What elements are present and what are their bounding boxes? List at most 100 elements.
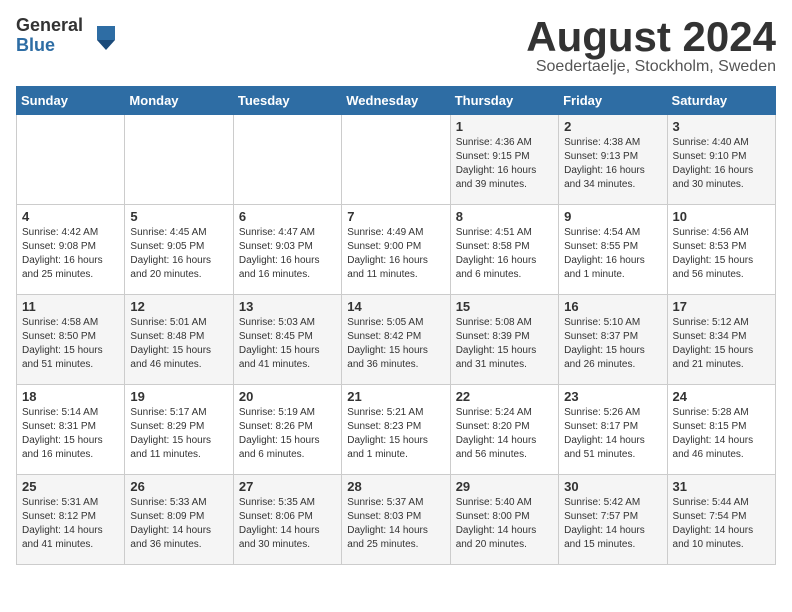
header-thursday: Thursday [450, 87, 558, 115]
logo: General Blue [16, 16, 115, 56]
calendar-cell: 19 Sunrise: 5:17 AM Sunset: 8:29 PM Dayli… [125, 385, 233, 475]
day-info: Sunrise: 5:28 AM Sunset: 8:15 PM Dayligh… [673, 406, 770, 462]
header-tuesday: Tuesday [233, 87, 341, 115]
logo-icon [87, 22, 115, 50]
calendar-cell: 5Sunrise: 4:45 AM Sunset: 9:05 PM Daylig… [125, 205, 233, 295]
day-info: Sunrise: 5:19 AM Sunset: 8:26 PM Dayligh… [239, 406, 336, 462]
logo-general-text: General [16, 16, 83, 36]
day-info: Sunrise: 4:51 AM Sunset: 8:58 PM Dayligh… [456, 226, 553, 282]
calendar-body: 1 Sunrise: 4:36 AM Sunset: 9:15 PM Daylig… [17, 115, 776, 565]
day-number: 29 [456, 479, 553, 494]
day-number: 25 [22, 479, 119, 494]
day-number: 7 [347, 209, 444, 224]
day-number: 31 [673, 479, 770, 494]
day-number: 6 [239, 209, 336, 224]
day-info: Sunrise: 5:40 AM Sunset: 8:00 PM Dayligh… [456, 496, 553, 552]
calendar-cell: 6 Sunrise: 4:47 AM Sunset: 9:03 PM Daylig… [233, 205, 341, 295]
day-number: 16 [564, 299, 661, 314]
header-sunday: Sunday [17, 87, 125, 115]
day-info: Sunrise: 5:37 AM Sunset: 8:03 PM Dayligh… [347, 496, 444, 552]
day-info: Sunrise: 4:54 AM Sunset: 8:55 PM Dayligh… [564, 226, 661, 282]
calendar-cell [17, 115, 125, 205]
calendar-cell [342, 115, 450, 205]
week-row-0: 1 Sunrise: 4:36 AM Sunset: 9:15 PM Daylig… [17, 115, 776, 205]
header-row: SundayMondayTuesdayWednesdayThursdayFrid… [17, 87, 776, 115]
calendar-cell: 26 Sunrise: 5:33 AM Sunset: 8:09 PM Dayli… [125, 475, 233, 565]
day-number: 21 [347, 389, 444, 404]
calendar-cell: 10 Sunrise: 4:56 AM Sunset: 8:53 PM Dayli… [667, 205, 775, 295]
calendar-cell: 9 Sunrise: 4:54 AM Sunset: 8:55 PM Daylig… [559, 205, 667, 295]
calendar-cell: 2Sunrise: 4:38 AM Sunset: 9:13 PM Daylig… [559, 115, 667, 205]
logo-blue-text: Blue [16, 36, 83, 56]
day-number: 3 [673, 119, 770, 134]
day-info: Sunrise: 4:56 AM Sunset: 8:53 PM Dayligh… [673, 226, 770, 282]
day-info: Sunrise: 5:26 AM Sunset: 8:17 PM Dayligh… [564, 406, 661, 462]
title-block: August 2024 Soedertaelje, Stockholm, Swe… [526, 16, 776, 76]
month-title: August 2024 [526, 16, 776, 58]
calendar-cell: 12 Sunrise: 5:01 AM Sunset: 8:48 PM Dayli… [125, 295, 233, 385]
day-number: 13 [239, 299, 336, 314]
day-number: 1 [456, 119, 553, 134]
day-info: Sunrise: 5:17 AM Sunset: 8:29 PM Dayligh… [130, 406, 227, 462]
calendar-cell: 25Sunrise: 5:31 AM Sunset: 8:12 PM Dayli… [17, 475, 125, 565]
calendar-cell: 15 Sunrise: 5:08 AM Sunset: 8:39 PM Dayli… [450, 295, 558, 385]
day-info: Sunrise: 4:49 AM Sunset: 9:00 PM Dayligh… [347, 226, 444, 282]
day-number: 2 [564, 119, 661, 134]
day-number: 12 [130, 299, 227, 314]
week-row-2: 11 Sunrise: 4:58 AM Sunset: 8:50 PM Dayli… [17, 295, 776, 385]
day-info: Sunrise: 5:08 AM Sunset: 8:39 PM Dayligh… [456, 316, 553, 372]
header-friday: Friday [559, 87, 667, 115]
calendar-cell: 22Sunrise: 5:24 AM Sunset: 8:20 PM Dayli… [450, 385, 558, 475]
day-number: 28 [347, 479, 444, 494]
calendar-cell: 1 Sunrise: 4:36 AM Sunset: 9:15 PM Daylig… [450, 115, 558, 205]
day-info: Sunrise: 5:05 AM Sunset: 8:42 PM Dayligh… [347, 316, 444, 372]
calendar-cell: 16 Sunrise: 5:10 AM Sunset: 8:37 PM Dayli… [559, 295, 667, 385]
day-info: Sunrise: 4:45 AM Sunset: 9:05 PM Dayligh… [130, 226, 227, 282]
week-row-1: 4Sunrise: 4:42 AM Sunset: 9:08 PM Daylig… [17, 205, 776, 295]
day-info: Sunrise: 5:14 AM Sunset: 8:31 PM Dayligh… [22, 406, 119, 462]
day-number: 10 [673, 209, 770, 224]
calendar-cell: 20 Sunrise: 5:19 AM Sunset: 8:26 PM Dayli… [233, 385, 341, 475]
header-wednesday: Wednesday [342, 87, 450, 115]
header-saturday: Saturday [667, 87, 775, 115]
calendar-cell: 14 Sunrise: 5:05 AM Sunset: 8:42 PM Dayli… [342, 295, 450, 385]
calendar-cell: 23Sunrise: 5:26 AM Sunset: 8:17 PM Dayli… [559, 385, 667, 475]
day-number: 4 [22, 209, 119, 224]
week-row-4: 25Sunrise: 5:31 AM Sunset: 8:12 PM Dayli… [17, 475, 776, 565]
day-number: 26 [130, 479, 227, 494]
day-info: Sunrise: 4:58 AM Sunset: 8:50 PM Dayligh… [22, 316, 119, 372]
day-number: 20 [239, 389, 336, 404]
day-info: Sunrise: 5:01 AM Sunset: 8:48 PM Dayligh… [130, 316, 227, 372]
calendar-header: SundayMondayTuesdayWednesdayThursdayFrid… [17, 87, 776, 115]
page-header: General Blue August 2024 Soedertaelje, S… [16, 16, 776, 76]
day-info: Sunrise: 5:42 AM Sunset: 7:57 PM Dayligh… [564, 496, 661, 552]
day-info: Sunrise: 5:12 AM Sunset: 8:34 PM Dayligh… [673, 316, 770, 372]
calendar-cell: 8 Sunrise: 4:51 AM Sunset: 8:58 PM Daylig… [450, 205, 558, 295]
calendar-cell: 17Sunrise: 5:12 AM Sunset: 8:34 PM Dayli… [667, 295, 775, 385]
calendar-cell: 30Sunrise: 5:42 AM Sunset: 7:57 PM Dayli… [559, 475, 667, 565]
day-number: 18 [22, 389, 119, 404]
day-number: 11 [22, 299, 119, 314]
day-number: 8 [456, 209, 553, 224]
day-info: Sunrise: 5:21 AM Sunset: 8:23 PM Dayligh… [347, 406, 444, 462]
day-info: Sunrise: 5:33 AM Sunset: 8:09 PM Dayligh… [130, 496, 227, 552]
calendar-cell: 27Sunrise: 5:35 AM Sunset: 8:06 PM Dayli… [233, 475, 341, 565]
week-row-3: 18 Sunrise: 5:14 AM Sunset: 8:31 PM Dayli… [17, 385, 776, 475]
day-number: 19 [130, 389, 227, 404]
calendar-cell: 21 Sunrise: 5:21 AM Sunset: 8:23 PM Dayli… [342, 385, 450, 475]
day-number: 15 [456, 299, 553, 314]
calendar-cell: 11 Sunrise: 4:58 AM Sunset: 8:50 PM Dayli… [17, 295, 125, 385]
calendar-cell: 29 Sunrise: 5:40 AM Sunset: 8:00 PM Dayli… [450, 475, 558, 565]
day-number: 9 [564, 209, 661, 224]
day-info: Sunrise: 5:24 AM Sunset: 8:20 PM Dayligh… [456, 406, 553, 462]
day-number: 14 [347, 299, 444, 314]
calendar-cell: 13Sunrise: 5:03 AM Sunset: 8:45 PM Dayli… [233, 295, 341, 385]
day-info: Sunrise: 4:40 AM Sunset: 9:10 PM Dayligh… [673, 136, 770, 192]
calendar-cell [125, 115, 233, 205]
day-number: 24 [673, 389, 770, 404]
calendar-cell: 18 Sunrise: 5:14 AM Sunset: 8:31 PM Dayli… [17, 385, 125, 475]
day-info: Sunrise: 4:47 AM Sunset: 9:03 PM Dayligh… [239, 226, 336, 282]
day-info: Sunrise: 4:36 AM Sunset: 9:15 PM Dayligh… [456, 136, 553, 192]
day-info: Sunrise: 5:10 AM Sunset: 8:37 PM Dayligh… [564, 316, 661, 372]
calendar-cell: 31Sunrise: 5:44 AM Sunset: 7:54 PM Dayli… [667, 475, 775, 565]
